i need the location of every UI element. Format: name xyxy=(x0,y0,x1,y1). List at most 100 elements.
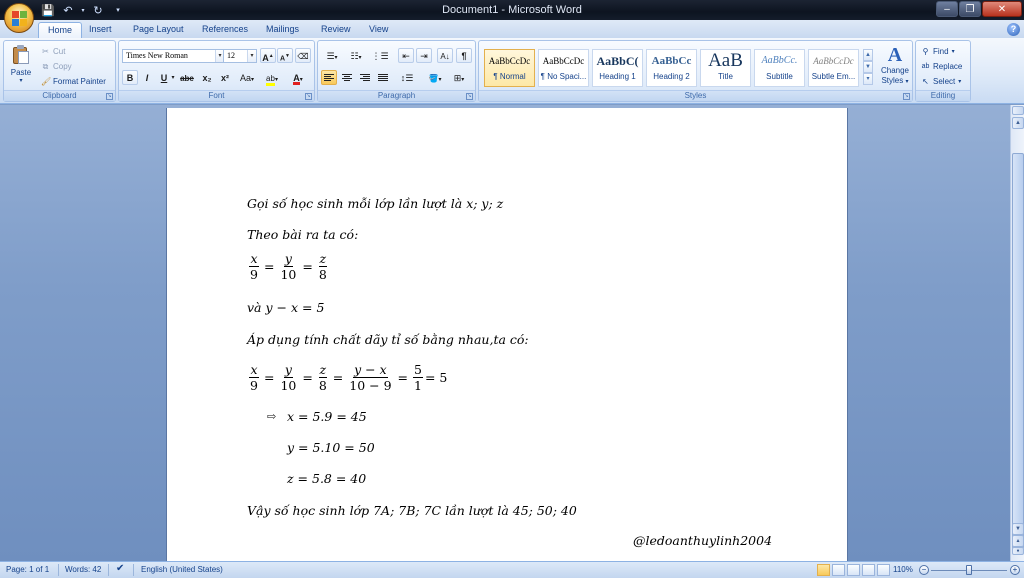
eq1-den-8: 8 xyxy=(318,267,327,282)
tab-page-layout[interactable]: Page Layout xyxy=(124,22,193,38)
show-formatting-button[interactable]: ¶ xyxy=(456,48,472,63)
italic-button[interactable]: I xyxy=(139,70,155,85)
scroll-thumb[interactable] xyxy=(1012,153,1024,549)
style-heading-2[interactable]: AaBbCc Heading 2 xyxy=(646,49,697,87)
find-button[interactable]: ⚲ Find ▾ xyxy=(921,45,955,57)
ruler-toggle-icon[interactable] xyxy=(1012,106,1024,115)
proofing-icon[interactable]: ✔ xyxy=(116,563,124,574)
language-indicator[interactable]: English (United States) xyxy=(141,565,223,574)
scroll-up-icon[interactable]: ▲ xyxy=(1012,117,1024,129)
zoom-out-icon[interactable]: − xyxy=(919,565,929,575)
gallery-more-icon[interactable]: ▾ xyxy=(863,73,873,85)
print-layout-view-icon[interactable] xyxy=(817,564,830,576)
paragraph-group: ☰▾ ☷▾ ⋮☰ ⇤ ⇥ A↓ ¶ ↕☰ 🪣▾ ⊞▾ Paragraph ↘ xyxy=(317,40,476,102)
shrink-font-button[interactable]: A▼ xyxy=(277,48,293,63)
restore-button[interactable]: ❐ xyxy=(959,1,981,17)
decrease-indent-button[interactable]: ⇤ xyxy=(398,48,414,63)
eraser-icon: ⌫ xyxy=(297,52,309,61)
close-button[interactable]: ✕ xyxy=(982,1,1022,17)
word-count[interactable]: Words: 42 xyxy=(65,565,101,574)
arrow-bullet-icon: ⇨ xyxy=(267,410,277,423)
font-color-button[interactable]: A▾ xyxy=(286,70,310,85)
grow-font-button[interactable]: A▲ xyxy=(260,48,276,63)
doc-conclusion: Vậy số học sinh lớp 7A; 7B; 7C lần lượt … xyxy=(247,503,577,518)
style-normal[interactable]: AaBbCcDc ¶ Normal xyxy=(484,49,535,87)
align-left-button[interactable] xyxy=(321,70,337,85)
tab-references[interactable]: References xyxy=(193,22,257,38)
font-launcher-icon[interactable]: ↘ xyxy=(305,93,312,100)
styles-group: AaBbCcDc ¶ Normal AaBbCcDc ¶ No Spaci...… xyxy=(478,40,913,102)
underline-dropdown-icon[interactable]: ▾ xyxy=(169,70,177,85)
subscript-button[interactable]: x₂ xyxy=(199,70,215,85)
office-button[interactable] xyxy=(4,3,34,33)
tab-view[interactable]: View xyxy=(360,22,397,38)
tab-review[interactable]: Review xyxy=(312,22,360,38)
cut-button[interactable]: ✂ Cut xyxy=(41,45,65,57)
replace-button[interactable]: ab Replace xyxy=(921,60,963,72)
scroll-down-icon[interactable]: ▼ xyxy=(1012,523,1024,535)
document-page[interactable]: Gọi số học sinh mỗi lớp lần lượt là x; y… xyxy=(167,108,847,561)
gallery-up-icon[interactable]: ▲ xyxy=(863,49,873,61)
numbering-button[interactable]: ☷▾ xyxy=(345,48,367,63)
eq2-num-5: 5 xyxy=(413,362,423,378)
paragraph-launcher-icon[interactable]: ↘ xyxy=(466,93,473,100)
zoom-slider-thumb[interactable] xyxy=(966,565,972,575)
web-layout-view-icon[interactable] xyxy=(847,564,860,576)
eq2-den-9: 9 xyxy=(250,378,258,393)
copy-button[interactable]: ⧉ Copy xyxy=(41,60,72,72)
full-screen-reading-view-icon[interactable] xyxy=(832,564,845,576)
highlighter-icon: ab xyxy=(266,75,275,86)
browse-object-icon[interactable]: ● xyxy=(1012,547,1024,555)
tab-home[interactable]: Home xyxy=(38,22,83,39)
highlight-button[interactable]: ab▾ xyxy=(261,70,283,86)
align-right-button[interactable] xyxy=(357,70,373,85)
help-icon[interactable]: ? xyxy=(1007,23,1020,36)
font-size-dropdown-icon[interactable]: ▾ xyxy=(247,50,256,62)
outline-view-icon[interactable] xyxy=(862,564,875,576)
paste-button[interactable]: Paste ▾ xyxy=(8,44,34,88)
format-painter-button[interactable]: 🖌 Format Painter xyxy=(41,75,106,87)
zoom-in-icon[interactable]: + xyxy=(1010,565,1020,575)
strikethrough-button[interactable]: abe xyxy=(179,70,195,85)
align-center-button[interactable] xyxy=(339,70,355,85)
cut-label: Cut xyxy=(53,46,66,56)
style-title[interactable]: AaB Title xyxy=(700,49,751,87)
paste-dropdown-icon[interactable]: ▾ xyxy=(8,77,34,84)
page-count[interactable]: Page: 1 of 1 xyxy=(6,565,49,574)
clipboard-launcher-icon[interactable]: ↘ xyxy=(106,93,113,100)
justify-button[interactable] xyxy=(375,70,391,85)
clear-formatting-button[interactable]: ⌫ xyxy=(295,48,311,63)
minimize-button[interactable]: – xyxy=(936,1,958,17)
style-subtle-emphasis[interactable]: AaBbCcDc Subtle Em... xyxy=(808,49,859,87)
tab-mailings[interactable]: Mailings xyxy=(257,22,308,38)
tab-insert[interactable]: Insert xyxy=(80,22,121,38)
change-styles-button[interactable]: A Change Styles ▾ xyxy=(877,44,913,90)
style-heading-1[interactable]: AaBbC( Heading 1 xyxy=(592,49,643,87)
multilevel-list-icon: ⋮☰ xyxy=(371,51,389,61)
draft-view-icon[interactable] xyxy=(877,564,890,576)
vertical-scrollbar[interactable]: ▲ ▼ ▴ ● xyxy=(1010,105,1024,561)
editing-group-label: Editing xyxy=(916,90,970,101)
increase-indent-button[interactable]: ⇥ xyxy=(416,48,432,63)
gallery-down-icon[interactable]: ▼ xyxy=(863,61,873,73)
style-normal-name: ¶ Normal xyxy=(493,72,526,81)
superscript-button[interactable]: x² xyxy=(217,70,233,85)
paintbrush-icon: 🖌 xyxy=(41,76,52,86)
select-button[interactable]: ↖ Select ▾ xyxy=(921,75,961,87)
borders-button[interactable]: ⊞▾ xyxy=(448,70,470,85)
change-case-button[interactable]: Aa▾ xyxy=(236,70,258,85)
shading-button[interactable]: 🪣▾ xyxy=(424,70,446,85)
eq2-result: = 5 xyxy=(424,370,448,385)
styles-launcher-icon[interactable]: ↘ xyxy=(903,93,910,100)
line-spacing-button[interactable]: ↕☰ xyxy=(396,70,418,85)
bullets-button[interactable]: ☰▾ xyxy=(321,48,343,63)
font-size-combo[interactable]: 12 ▾ xyxy=(223,49,257,63)
zoom-level[interactable]: 110% xyxy=(893,565,913,574)
style-subtitle[interactable]: AaBbCc. Subtitle xyxy=(754,49,805,87)
font-name-combo[interactable]: Times New Roman ▾ xyxy=(122,49,225,63)
sort-button[interactable]: A↓ xyxy=(437,48,453,63)
bold-button[interactable]: B xyxy=(122,70,138,85)
style-no-spacing[interactable]: AaBbCcDc ¶ No Spaci... xyxy=(538,49,589,87)
previous-page-icon[interactable]: ▴ xyxy=(1012,535,1024,547)
multilevel-list-button[interactable]: ⋮☰ xyxy=(369,48,391,63)
